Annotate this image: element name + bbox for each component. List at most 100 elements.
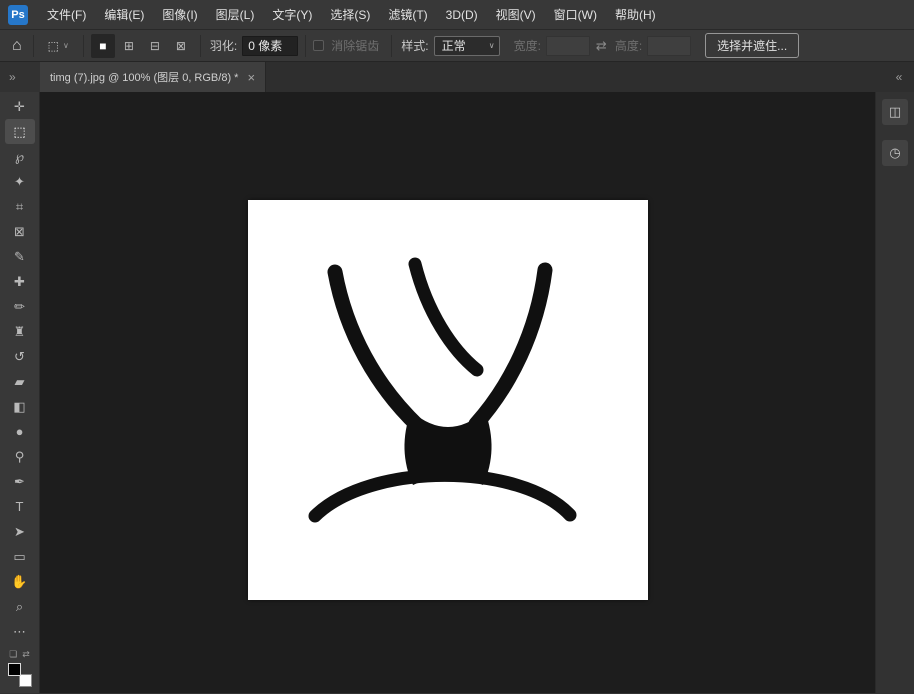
menu-item[interactable]: 滤镜(T) bbox=[379, 0, 436, 29]
tool-icon: ◧ bbox=[13, 400, 25, 413]
width-input[interactable] bbox=[546, 36, 590, 56]
main-area: ✛ ⬚ ℘ ✦ ⌗ ⊠ bbox=[0, 92, 914, 693]
tool-preset-picker[interactable]: ⬚ ∨ bbox=[41, 36, 76, 56]
menu-items: 文件(F) 编辑(E) 图像(I) 图层(L) 文字(Y) 选择(S) 滤镜(T… bbox=[38, 0, 665, 29]
gradient-tool[interactable]: ◧ bbox=[5, 394, 35, 419]
add-to-selection-button[interactable]: ⊞ bbox=[117, 34, 141, 58]
crop-tool[interactable]: ⌗ bbox=[5, 194, 35, 219]
lasso-tool[interactable]: ℘ bbox=[5, 144, 35, 169]
tool-icon: ✚ bbox=[14, 275, 25, 288]
tool-icon: ✦ bbox=[14, 175, 25, 188]
separator bbox=[391, 35, 392, 57]
brush-tool[interactable]: ✏ bbox=[5, 294, 35, 319]
tool-icon: ♜ bbox=[14, 325, 26, 338]
default-colors-icon[interactable]: ❏ bbox=[9, 649, 17, 660]
antialias-checkbox[interactable] bbox=[313, 40, 324, 51]
intersect-selection-button[interactable]: ⊠ bbox=[169, 34, 193, 58]
menu-item[interactable]: 窗口(W) bbox=[545, 0, 606, 29]
blur-tool[interactable]: ● bbox=[5, 419, 35, 444]
menu-item[interactable]: 帮助(H) bbox=[606, 0, 665, 29]
height-input[interactable] bbox=[647, 36, 691, 56]
tab-bar-spacer bbox=[266, 62, 884, 92]
height-label: 高度: bbox=[615, 37, 642, 54]
style-dropdown-value: 正常 bbox=[442, 37, 466, 54]
move-tool[interactable]: ✛ bbox=[5, 94, 35, 119]
separator bbox=[200, 35, 201, 57]
selection-mode-icon: ⊠ bbox=[176, 39, 186, 53]
document-tab-title: timg (7).jpg @ 100% (图层 0, RGB/8) * bbox=[50, 69, 238, 85]
toolbar-expand-icon[interactable]: » bbox=[0, 62, 40, 92]
style-label: 样式: bbox=[401, 37, 428, 54]
tab-close-icon[interactable]: × bbox=[247, 70, 255, 85]
collapsed-panel-button-1[interactable]: ◫ bbox=[882, 99, 908, 125]
type-tool[interactable]: T bbox=[5, 494, 35, 519]
history-brush-tool[interactable]: ↺ bbox=[5, 344, 35, 369]
rect-marquee-tool[interactable]: ⬚ bbox=[5, 119, 35, 144]
photoshop-logo-icon: Ps bbox=[8, 5, 28, 25]
tool-icon: ➤ bbox=[14, 525, 25, 538]
frame-tool[interactable]: ⊠ bbox=[5, 219, 35, 244]
canvas-area[interactable] bbox=[40, 92, 875, 693]
path-selection-tool[interactable]: ➤ bbox=[5, 519, 35, 544]
tool-icon: ● bbox=[16, 425, 24, 438]
document-tab[interactable]: timg (7).jpg @ 100% (图层 0, RGB/8) * × bbox=[40, 62, 266, 92]
black-abstract-shape bbox=[248, 200, 648, 600]
eraser-tool[interactable]: ▰ bbox=[5, 369, 35, 394]
tool-icon: ↺ bbox=[14, 350, 25, 363]
menu-item[interactable]: 图像(I) bbox=[153, 0, 206, 29]
tool-icon: ✋ bbox=[11, 575, 27, 588]
dodge-tool[interactable]: ⚲ bbox=[5, 444, 35, 469]
clone-stamp-tool[interactable]: ♜ bbox=[5, 319, 35, 344]
healing-brush-tool[interactable]: ✚ bbox=[5, 269, 35, 294]
collapsed-history-panel-button[interactable]: ◷ bbox=[882, 140, 908, 166]
feather-input[interactable] bbox=[242, 36, 298, 56]
chevron-down-icon: ∨ bbox=[63, 41, 69, 50]
tool-icon: ⌗ bbox=[16, 200, 23, 213]
document-image[interactable] bbox=[248, 200, 648, 600]
separator bbox=[83, 35, 84, 57]
eyedropper-tool[interactable]: ✎ bbox=[5, 244, 35, 269]
tool-icon: ▭ bbox=[13, 550, 25, 563]
style-dropdown[interactable]: 正常 ∨ bbox=[434, 36, 500, 56]
pen-tool[interactable]: ✒ bbox=[5, 469, 35, 494]
panel-icon: ◷ bbox=[889, 145, 900, 161]
subtract-from-selection-button[interactable]: ⊟ bbox=[143, 34, 167, 58]
menu-item[interactable]: 文字(Y) bbox=[263, 0, 321, 29]
rectangle-tool[interactable]: ▭ bbox=[5, 544, 35, 569]
tool-icon: ⌕ bbox=[16, 600, 23, 613]
menu-item[interactable]: 视图(V) bbox=[487, 0, 545, 29]
tool-icon: ⋯ bbox=[13, 625, 26, 638]
selection-mode-icon: ⊟ bbox=[150, 39, 160, 53]
tools-list: ✛ ⬚ ℘ ✦ ⌗ ⊠ bbox=[5, 94, 35, 644]
menu-item[interactable]: 编辑(E) bbox=[95, 0, 153, 29]
tool-icon: ⊠ bbox=[14, 225, 25, 238]
separator bbox=[33, 35, 34, 57]
menu-item[interactable]: 图层(L) bbox=[207, 0, 264, 29]
menu-item[interactable]: 选择(S) bbox=[321, 0, 379, 29]
foreground-color-swatch[interactable] bbox=[8, 663, 21, 676]
zoom-tool[interactable]: ⌕ bbox=[5, 594, 35, 619]
tool-icon: ✏ bbox=[14, 300, 25, 313]
new-selection-button[interactable]: ■ bbox=[91, 34, 115, 58]
menu-item[interactable]: 3D(D) bbox=[437, 0, 487, 29]
width-label: 宽度: bbox=[514, 37, 541, 54]
chevron-down-icon: ∨ bbox=[489, 41, 495, 50]
panels-collapse-icon[interactable]: « bbox=[884, 62, 914, 92]
swatch-mini-controls: ❏ ⇄ bbox=[9, 649, 30, 660]
quick-selection-tool[interactable]: ✦ bbox=[5, 169, 35, 194]
swap-dimensions-icon[interactable]: ⇄ bbox=[596, 38, 607, 54]
home-icon[interactable]: ⌂ bbox=[8, 37, 26, 55]
swap-colors-icon[interactable]: ⇄ bbox=[22, 649, 30, 660]
menu-item[interactable]: 文件(F) bbox=[38, 0, 95, 29]
edit-toolbar-button[interactable]: ⋯ bbox=[5, 619, 35, 644]
tool-options-bar: ⌂ ⬚ ∨ ■ ⊞ ⊟ ⊠ 羽化: 消除锯齿 样式: 正 bbox=[0, 30, 914, 62]
hand-tool[interactable]: ✋ bbox=[5, 569, 35, 594]
selection-mode-buttons: ■ ⊞ ⊟ ⊠ bbox=[91, 34, 193, 58]
tool-icon: ▰ bbox=[15, 375, 25, 388]
select-and-mask-button[interactable]: 选择并遮住... bbox=[705, 33, 799, 58]
tool-icon: ⬚ bbox=[13, 125, 25, 138]
antialias-label: 消除锯齿 bbox=[331, 37, 379, 54]
menu-bar: Ps 文件(F) 编辑(E) 图像(I) 图层(L) 文字(Y) 选择(S) 滤… bbox=[0, 0, 914, 30]
tool-icon: ℘ bbox=[15, 150, 24, 163]
color-swatches[interactable] bbox=[8, 663, 32, 687]
